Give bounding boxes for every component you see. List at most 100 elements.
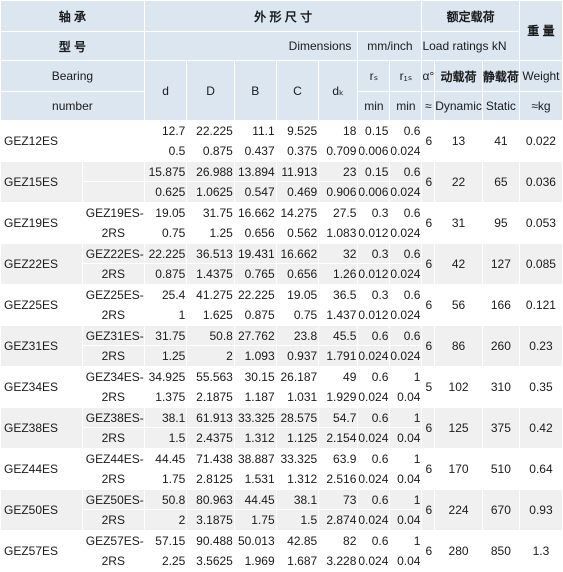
table-row: GEZ50ES GEZ50ES- 50.8 80.963 44.45 38.1 73 0.6 1… <box>0 489 563 531</box>
alt-model-line2: 2RS <box>81 263 145 285</box>
dim-B-inch: 1.187 <box>233 386 277 408</box>
dim-r1s-mm: 0.6 <box>389 284 423 305</box>
dim-d-mm: 15.875 <box>143 161 188 182</box>
dynamic-load-value: 22 <box>434 161 483 203</box>
bearing-model: GEZ31ES <box>0 325 83 367</box>
dim-D-mm: 80.963 <box>186 489 235 510</box>
dim-B-mm: 44.45 <box>233 489 277 510</box>
dynamic-load-value: 280 <box>434 530 483 572</box>
alt-model-line2 <box>81 181 145 203</box>
weight-value: 0.35 <box>518 366 563 408</box>
table-row: GEZ25ES GEZ25ES- 25.4 41.275 22.225 19.05 36.5… <box>0 284 563 326</box>
dynamic-load-value: 102 <box>434 366 483 408</box>
dim-r1s-inch: 0.024 <box>389 263 423 285</box>
dim-r1s-inch: 0.024 <box>389 140 423 162</box>
load-ratings-header-en: Load ratings kN <box>421 31 520 61</box>
alt-model-line1: GEZ31ES- <box>81 325 145 346</box>
dim-C-inch: 1.5 <box>275 509 320 531</box>
dim-rs-inch: 0.006 <box>357 181 391 203</box>
dim-D-mm: 50.8 <box>186 325 235 346</box>
col-rs-sub: min <box>357 91 391 121</box>
dim-rs-inch: 0.024 <box>357 345 391 367</box>
static-load-value: 65 <box>481 161 520 203</box>
dim-C-inch: 0.937 <box>275 345 320 367</box>
dim-dk-inch: 1.26 <box>318 263 359 285</box>
dynamic-header-cn: 动载荷 <box>434 60 483 92</box>
bearing-model: GEZ57ES <box>0 530 83 572</box>
dim-D-mm: 26.988 <box>186 161 235 182</box>
static-header-cn: 静载荷 <box>481 60 520 92</box>
alt-model-line2 <box>81 140 145 162</box>
dim-B-inch: 1.093 <box>233 345 277 367</box>
dim-d-inch: 0.5 <box>143 140 188 162</box>
dim-dk-mm: 63.9 <box>318 448 359 469</box>
alpha-value: 6 <box>421 120 436 162</box>
dim-r1s-mm: 1 <box>389 366 423 387</box>
dim-B-mm: 19.431 <box>233 243 277 264</box>
dim-d-mm: 57.15 <box>143 530 188 551</box>
dim-r1s-inch: 0.04 <box>389 550 423 572</box>
model-header-cn-2: 型 号 <box>0 31 145 61</box>
static-load-value: 127 <box>481 243 520 285</box>
dim-dk-mm: 49 <box>318 366 359 387</box>
dim-d-mm: 38.1 <box>143 407 188 428</box>
dim-rs-inch: 0.006 <box>357 140 391 162</box>
col-B-header: B <box>233 60 277 121</box>
weight-value: 0.022 <box>518 120 563 162</box>
dim-C-inch: 1.125 <box>275 427 320 449</box>
col-d-header: d <box>143 60 188 121</box>
dim-dk-inch: 2.154 <box>318 427 359 449</box>
bearing-model: GEZ25ES <box>0 284 83 326</box>
dim-dk-inch: 3.228 <box>318 550 359 572</box>
dim-C-mm: 23.8 <box>275 325 320 346</box>
alt-model-line1: GEZ38ES- <box>81 407 145 428</box>
dim-B-mm: 13.894 <box>233 161 277 182</box>
table-row: GEZ57ES GEZ57ES- 57.15 90.488 50.013 42.85 82 0… <box>0 530 563 572</box>
dim-rs-inch: 0.024 <box>357 427 391 449</box>
dim-dk-inch: 1.791 <box>318 345 359 367</box>
dim-d-inch: 1 <box>143 304 188 326</box>
dim-r1s-mm: 0.6 <box>389 202 423 223</box>
dynamic-load-value: 13 <box>434 120 483 162</box>
dim-d-inch: 1.75 <box>143 468 188 490</box>
dim-C-inch: 0.562 <box>275 222 320 244</box>
dim-r1s-inch: 0.04 <box>389 509 423 531</box>
col-D-header: D <box>186 60 235 121</box>
dim-C-mm: 11.913 <box>275 161 320 182</box>
load-ratings-header-cn: 额定载荷 <box>421 0 520 32</box>
dim-C-mm: 42.85 <box>275 530 320 551</box>
dim-C-mm: 9.525 <box>275 120 320 141</box>
static-load-value: 95 <box>481 202 520 244</box>
bearing-model: GEZ50ES <box>0 489 83 531</box>
dim-d-mm: 44.45 <box>143 448 188 469</box>
model-header-en-1: Bearing <box>0 60 145 92</box>
dim-rs-mm: 0.6 <box>357 325 391 346</box>
alt-model-line2: 2RS <box>81 304 145 326</box>
static-header-en: Static <box>481 91 520 121</box>
static-load-value: 260 <box>481 325 520 367</box>
dim-rs-inch: 0.024 <box>357 509 391 531</box>
dim-rs-mm: 0.15 <box>357 120 391 141</box>
col-rs-header: rₛ <box>357 60 391 92</box>
dim-B-mm: 33.325 <box>233 407 277 428</box>
dim-d-inch: 2.25 <box>143 550 188 572</box>
dim-B-mm: 38.887 <box>233 448 277 469</box>
dim-C-mm: 14.275 <box>275 202 320 223</box>
dim-d-mm: 31.75 <box>143 325 188 346</box>
dim-D-mm: 55.563 <box>186 366 235 387</box>
bearing-model: GEZ12ES <box>0 120 83 162</box>
dim-d-inch: 1.5 <box>143 427 188 449</box>
dim-D-mm: 36.513 <box>186 243 235 264</box>
weight-value: 0.085 <box>518 243 563 285</box>
dim-D-mm: 61.913 <box>186 407 235 428</box>
weight-value: 0.121 <box>518 284 563 326</box>
dim-C-mm: 33.325 <box>275 448 320 469</box>
bearing-model: GEZ38ES <box>0 407 83 449</box>
dim-C-mm: 38.1 <box>275 489 320 510</box>
alpha-value: 6 <box>421 407 436 449</box>
dim-dk-mm: 32 <box>318 243 359 264</box>
dim-D-inch: 1.4375 <box>186 263 235 285</box>
dim-rs-mm: 0.3 <box>357 243 391 264</box>
dynamic-load-value: 31 <box>434 202 483 244</box>
table-row: GEZ19ES GEZ19ES- 19.05 31.75 16.662 14.275 27.… <box>0 202 563 244</box>
